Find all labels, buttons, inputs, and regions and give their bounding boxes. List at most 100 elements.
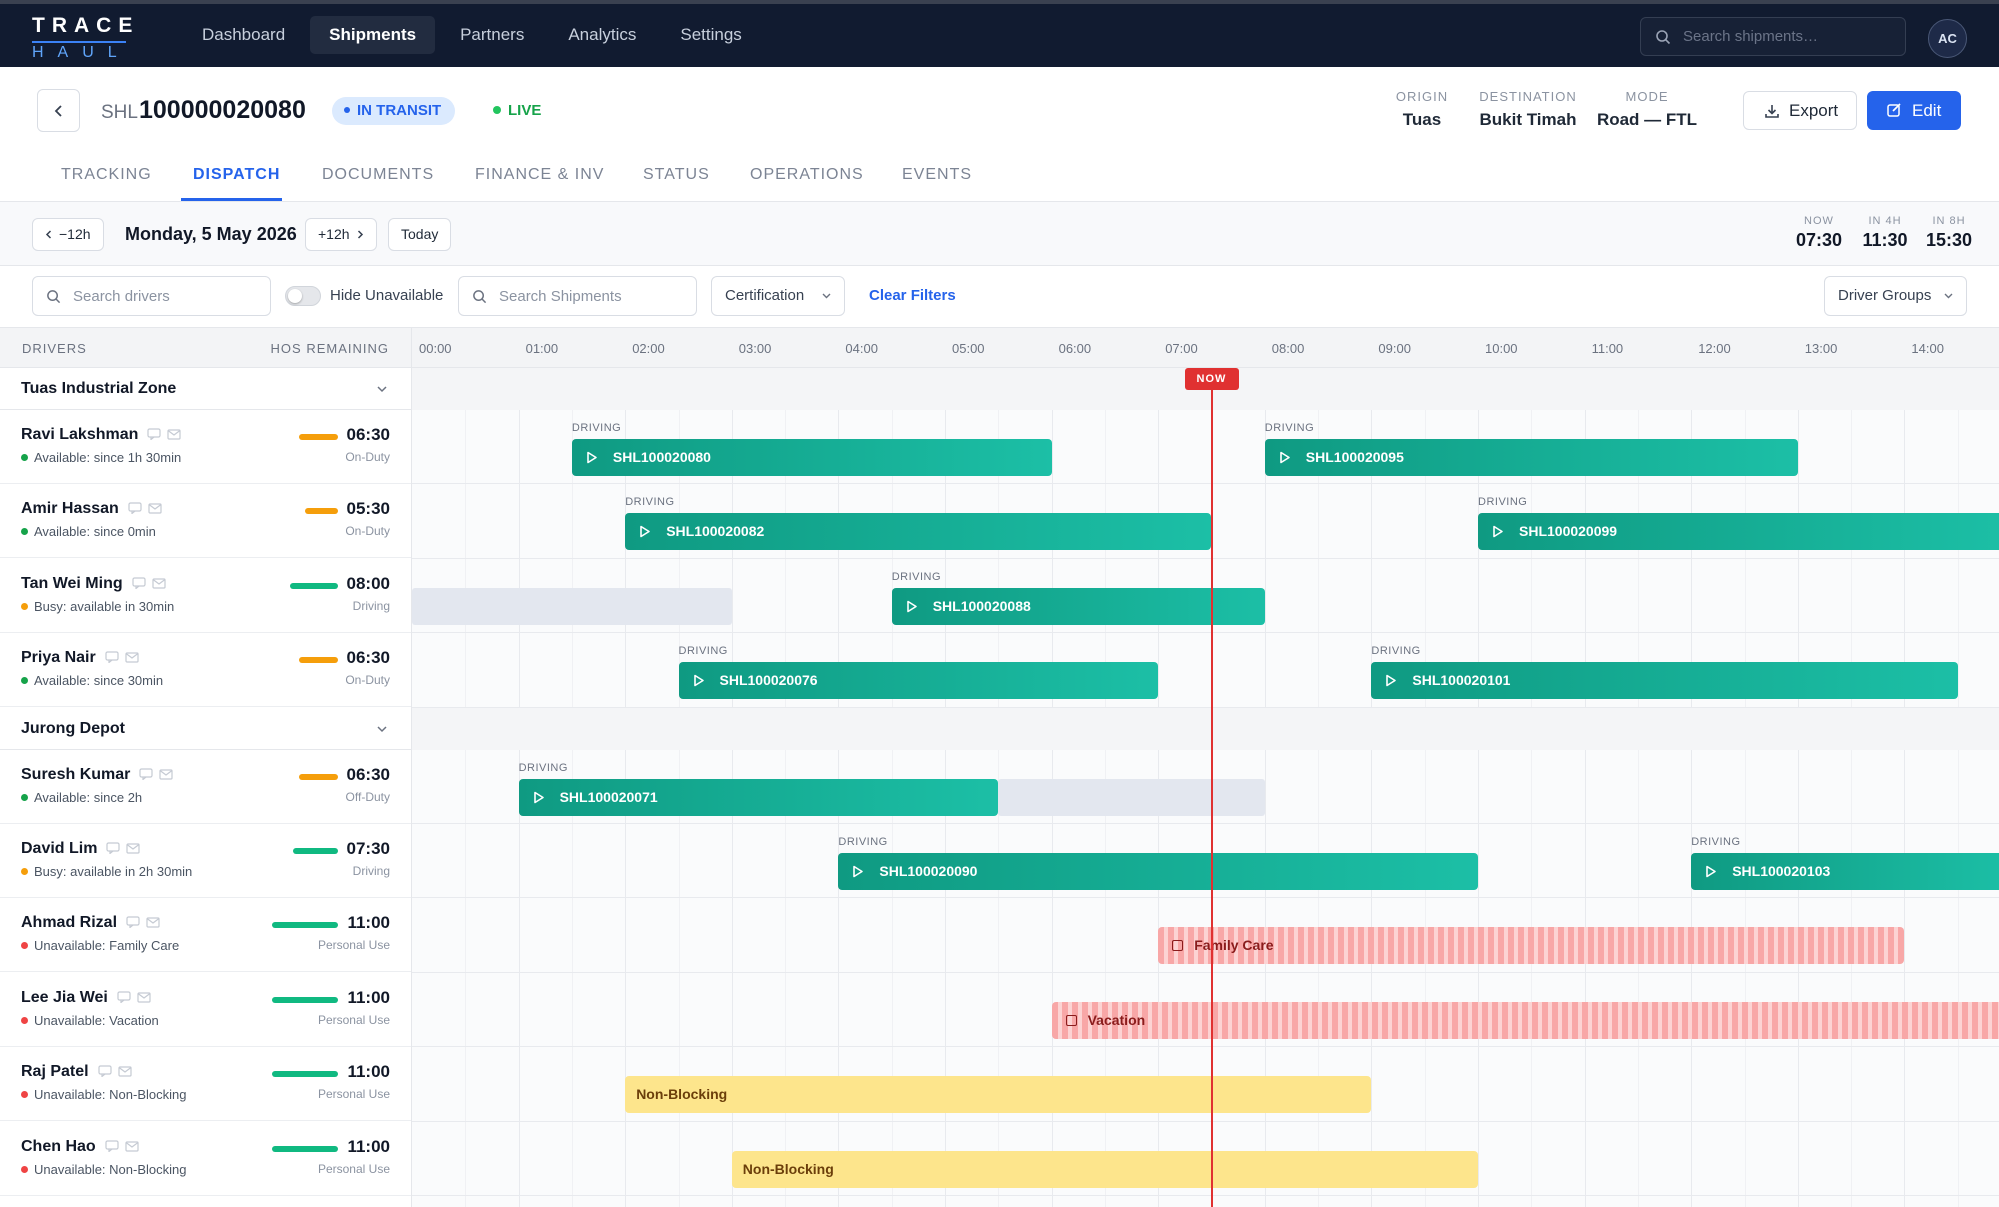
shipment-bar-shl100020076[interactable]: SHL100020076 xyxy=(678,662,1159,700)
schedule-date: Monday, 5 May 2026 xyxy=(125,224,297,244)
mail-icon[interactable] xyxy=(125,1140,139,1152)
chat-icon[interactable] xyxy=(128,502,142,515)
driver-status: Available: since 2h xyxy=(34,789,143,805)
nav-settings[interactable]: Settings xyxy=(661,16,760,54)
hour-label: 13:00 xyxy=(1804,341,1838,356)
driver-row[interactable]: Ravi Lakshman Available: since 1h 30min 06… xyxy=(0,410,411,484)
mail-icon[interactable] xyxy=(152,578,166,589)
activity-type-label: DRIVING xyxy=(838,836,888,848)
chat-icon[interactable] xyxy=(97,1065,112,1078)
driver-row[interactable]: Priya Nair Available: since 30min 06:30 On-… xyxy=(0,633,411,708)
hos-remaining: 06:30 xyxy=(346,648,390,668)
live-indicator: LIVE xyxy=(493,102,541,119)
mail-icon[interactable] xyxy=(167,429,181,440)
shipment-search-input[interactable] xyxy=(499,277,689,315)
tab-finance[interactable]: FINANCE & INV xyxy=(475,166,604,184)
driver-row[interactable]: Raj Patel Unavailable: Non-Blocking 11:00 P… xyxy=(0,1047,411,1122)
nav-shipments[interactable]: Shipments xyxy=(310,16,436,54)
driver-row[interactable]: Amir Hassan Available: since 0min 05:30 On-… xyxy=(0,484,411,559)
tab-events[interactable]: EVENTS xyxy=(902,166,972,184)
status-dot xyxy=(21,454,28,461)
nav-analytics[interactable]: Analytics xyxy=(549,16,655,54)
driver-row[interactable]: Lee Jia Wei Unavailable: Vacation 11:00 Per… xyxy=(0,972,411,1047)
half-hour-gridline xyxy=(1851,328,1853,1207)
hos-remaining: 06:30 xyxy=(346,764,390,784)
shipment-bar-shl100020088[interactable]: SHL100020088 xyxy=(891,587,1265,625)
chat-icon[interactable] xyxy=(106,842,121,854)
export-button[interactable]: Export xyxy=(1743,91,1857,130)
driver-status: Busy: available in 2h 30min xyxy=(34,864,193,879)
forward-12h-button[interactable]: +12h xyxy=(305,218,377,251)
driver-group-jurong-depot[interactable]: Jurong Depot xyxy=(0,707,411,750)
shipment-bar-shl100020099[interactable]: SHL100020099 xyxy=(1478,513,1999,551)
chat-icon[interactable] xyxy=(147,428,161,440)
hour-label: 12:00 xyxy=(1698,341,1731,356)
unavailable-block[interactable]: Vacation xyxy=(1051,1001,1999,1039)
back-12h-button[interactable]: −12h xyxy=(32,218,104,251)
tab-status[interactable]: STATUS xyxy=(643,166,710,184)
unavailable-block[interactable]: Family Care xyxy=(1158,927,1905,965)
shipment-bar-shl100020095[interactable]: SHL100020095 xyxy=(1264,439,1798,476)
chat-icon[interactable] xyxy=(139,767,153,780)
timeline-row-divider xyxy=(412,897,1999,899)
driver-row[interactable]: Suresh Kumar Available: since 2h 06:30 Off-… xyxy=(0,749,411,824)
chat-icon[interactable] xyxy=(132,577,146,589)
hos-bar xyxy=(293,848,338,854)
download-icon xyxy=(1764,103,1780,119)
driver-row[interactable]: Chen Hao Unavailable: Non-Blocking 11:00 Pe… xyxy=(0,1121,411,1196)
driver-groups-select[interactable]: Driver Groups xyxy=(1824,276,1967,316)
mail-icon[interactable] xyxy=(148,503,162,514)
certification-select[interactable]: Certification xyxy=(711,276,845,316)
driver-status: Available: since 30min xyxy=(34,673,164,689)
chat-icon[interactable] xyxy=(117,991,131,1003)
status-dot xyxy=(21,528,28,536)
clear-filters-link[interactable]: Clear Filters xyxy=(869,287,956,304)
hide-unavailable-toggle[interactable] xyxy=(285,286,321,306)
driver-row[interactable]: David Lim Busy: available in 2h 30min 07:3… xyxy=(0,824,411,898)
hour-gridline xyxy=(1904,328,1906,1207)
global-search xyxy=(1640,17,1906,56)
mail-icon[interactable] xyxy=(125,652,139,663)
tab-operations[interactable]: OPERATIONS xyxy=(750,166,864,184)
certification-label: Certification xyxy=(725,287,805,304)
non-blocking-block[interactable]: Non-Blocking xyxy=(625,1076,1372,1114)
chat-icon[interactable] xyxy=(105,1139,119,1152)
tab-dispatch[interactable]: DISPATCH xyxy=(193,166,280,184)
mail-icon[interactable] xyxy=(146,917,160,928)
chat-icon[interactable] xyxy=(126,916,140,929)
non-blocking-block[interactable]: Non-Blocking xyxy=(731,1150,1478,1188)
toggle-knob xyxy=(288,289,302,303)
driver-status: Unavailable: Non-Blocking xyxy=(34,1087,187,1103)
shipment-bar-shl100020080[interactable]: SHL100020080 xyxy=(571,439,1052,476)
tab-tracking[interactable]: TRACKING xyxy=(61,166,152,184)
user-avatar[interactable]: AC xyxy=(1928,19,1967,58)
shipment-bar-shl100020071[interactable]: SHL100020071 xyxy=(518,778,999,816)
mail-icon[interactable] xyxy=(117,1066,132,1077)
global-search-input[interactable] xyxy=(1683,18,1898,55)
shipment-bar-shl100020082[interactable]: SHL100020082 xyxy=(625,513,1212,551)
shipment-bar-shl100020103[interactable]: SHL100020103 xyxy=(1691,853,1999,890)
driver-search-input[interactable] xyxy=(73,277,263,315)
mode-info: MODE Road — FTL xyxy=(1596,89,1698,130)
today-button[interactable]: Today xyxy=(388,218,452,251)
nav-dashboard[interactable]: Dashboard xyxy=(183,16,304,54)
hos-bar xyxy=(305,508,338,515)
shipment-bar-shl100020101[interactable]: SHL100020101 xyxy=(1371,662,1958,700)
mail-icon[interactable] xyxy=(137,992,151,1003)
export-label: Export xyxy=(1789,101,1839,120)
driver-list-header: DRIVERS HOS REMAINING xyxy=(0,328,411,368)
timeline-header: 00:00 01:00 02:00 03:00 04:00 05:00 06:00 07:00… xyxy=(412,328,1999,368)
driver-row[interactable]: Tan Wei Ming Busy: available in 30min 08:0… xyxy=(0,558,411,633)
mail-icon[interactable] xyxy=(126,843,141,854)
edit-button[interactable]: Edit xyxy=(1867,91,1961,130)
mail-icon[interactable] xyxy=(159,768,173,780)
driver-row[interactable]: Ahmad Rizal Unavailable: Family Care 11:00… xyxy=(0,898,411,973)
driver-group-tuas-industrial-zone[interactable]: Tuas Industrial Zone xyxy=(0,368,411,410)
shipment-bar-shl100020090[interactable]: SHL100020090 xyxy=(838,853,1478,890)
back-button[interactable] xyxy=(37,89,80,132)
tracehaul-logo[interactable]: TRACE HAUL xyxy=(32,14,132,62)
tab-documents[interactable]: DOCUMENTS xyxy=(322,166,434,184)
nav-partners[interactable]: Partners xyxy=(441,16,543,54)
hos-duty-status: Off-Duty xyxy=(345,789,390,804)
chat-icon[interactable] xyxy=(105,651,119,664)
